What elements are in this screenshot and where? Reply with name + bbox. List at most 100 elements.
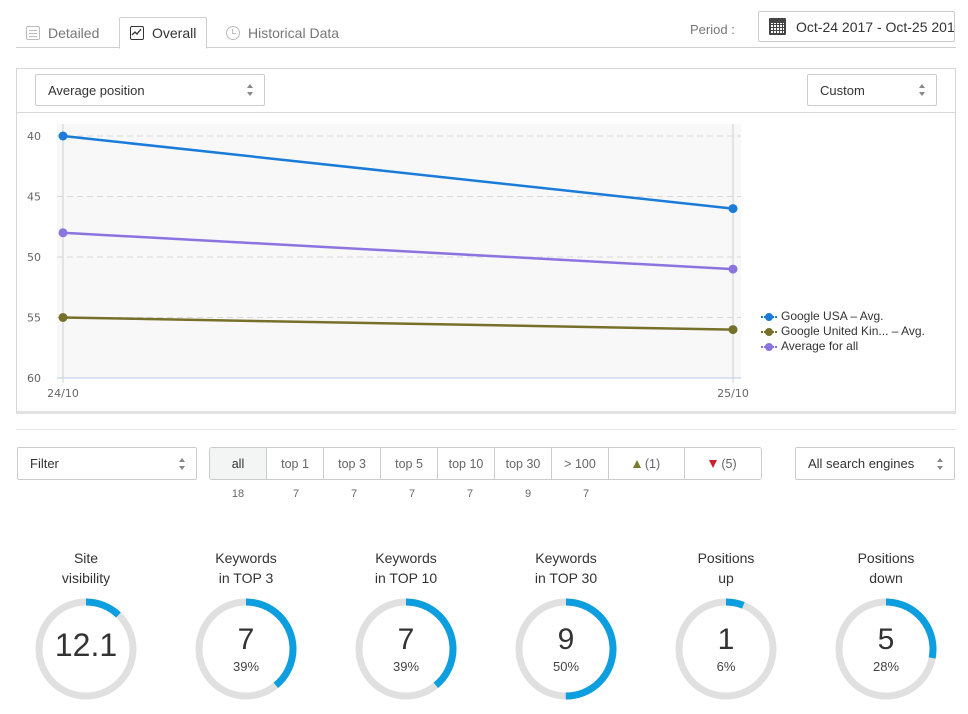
segment-top-1[interactable]: top 1: [267, 448, 324, 479]
summary-gauges: Site visibility 12.1 Keywords in TOP 3 7 39% Ke…: [0, 548, 968, 714]
segment-top-10[interactable]: top 10: [438, 448, 495, 479]
history-icon: [226, 25, 240, 40]
tab-label: Detailed: [48, 24, 100, 41]
gauge-ring: 7 39%: [354, 597, 458, 701]
filter-select-value: Filter: [30, 456, 59, 471]
divider: [16, 429, 956, 430]
gauge-value: 7: [397, 623, 415, 656]
segment-count: 9: [524, 488, 532, 500]
y-tick-label: 40: [27, 130, 41, 143]
gauge-title: Positions up: [697, 550, 755, 586]
y-tick-label: 55: [27, 312, 41, 325]
x-tick-label: 25/10: [717, 387, 749, 400]
legend-label: Average for all: [781, 339, 859, 353]
y-tick-label: 60: [27, 372, 41, 385]
gauge-value: 5: [877, 623, 895, 656]
tab-overall[interactable]: Overall: [119, 17, 208, 49]
arrow-down-icon: [709, 459, 718, 468]
segment-label: > 100: [564, 456, 596, 471]
gauge-site-visibility: Site visibility 12.1: [16, 548, 156, 701]
gauge-percent: 6%: [716, 659, 736, 674]
segment-count: [615, 488, 692, 500]
segment-label: top 1: [281, 456, 309, 471]
gauge-positions-up: Positions up 1 6%: [656, 548, 796, 701]
segment-arrow-down[interactable]: (5): [685, 448, 761, 479]
tab-label: Overall: [152, 25, 197, 41]
segment-label: top 3: [338, 456, 366, 471]
data-point[interactable]: [58, 228, 68, 238]
position-filter-segments: all top 1 top 3 top 5 top 10 top 30 > 100 (1) (5…: [209, 447, 762, 480]
data-point[interactable]: [58, 313, 68, 322]
data-point[interactable]: [728, 264, 738, 274]
gauge-ring: 5 28%: [834, 597, 938, 701]
legend-item[interactable]: Google USA – Avg.: [761, 309, 925, 324]
legend-marker-icon: [761, 312, 777, 322]
tab-historical-data[interactable]: Historical Data: [216, 17, 349, 48]
segment-count: 18: [231, 488, 245, 500]
gauge-ring: 1 6%: [674, 597, 778, 701]
segment-label: (1): [644, 456, 661, 471]
segment-top-3[interactable]: top 3: [324, 448, 381, 479]
tab-detailed[interactable]: Detailed: [16, 17, 109, 48]
segment-all[interactable]: all: [210, 448, 267, 479]
segment-label: top 5: [395, 456, 423, 471]
legend-marker-icon: [761, 342, 777, 352]
gauge-keywords-in-top-10: Keywords in TOP 10 7 39%: [336, 548, 476, 701]
search-engines-select[interactable]: All search engines: [795, 447, 955, 480]
gauge-percent: 39%: [232, 659, 260, 674]
segment-label: (5): [721, 456, 737, 471]
legend-label: Google United Kin... – Avg.: [781, 324, 925, 338]
segment-counts: 18 7 7 7 7 9 7: [209, 488, 768, 500]
search-engines-select-value: All search engines: [808, 456, 915, 471]
legend-item[interactable]: Google United Kin... – Avg.: [761, 324, 925, 339]
arrow-up-icon: [632, 459, 641, 468]
segment-top-30[interactable]: top 30: [495, 448, 552, 479]
line-chart: 40 45 50 55 60 24/10 25/10: [27, 124, 749, 400]
filter-select[interactable]: Filter: [17, 447, 197, 480]
gauge-ring: 12.1: [34, 597, 138, 701]
gauge-ring: 7 39%: [194, 597, 298, 701]
gauge-ring: 9 50%: [514, 597, 618, 701]
segment-label: top 10: [448, 456, 484, 471]
segment-count: 7: [582, 488, 590, 500]
legend-marker-icon: [761, 327, 777, 337]
chart-panel: Average position Custom 40 45 50 55 60 24/10 2…: [16, 68, 956, 414]
segment-100[interactable]: > 100: [552, 448, 609, 479]
gauge-percent: 50%: [552, 659, 580, 674]
segment-top-5[interactable]: top 5: [381, 448, 438, 479]
period-label: Period :: [690, 22, 735, 37]
y-tick-label: 45: [27, 191, 41, 204]
period-value: Oct-24 2017 - Oct-25 2017: [796, 18, 955, 35]
chart-icon: [130, 26, 144, 40]
x-tick-label: 24/10: [47, 387, 79, 400]
select-arrows-icon: [937, 457, 944, 470]
data-point[interactable]: [58, 131, 68, 141]
gauge-keywords-in-top-3: Keywords in TOP 3 7 39%: [176, 548, 316, 701]
segment-count: [692, 488, 768, 500]
select-arrows-icon: [179, 457, 186, 470]
segment-arrow-up[interactable]: (1): [609, 448, 685, 479]
calendar-icon: [769, 18, 786, 35]
period-picker[interactable]: Oct-24 2017 - Oct-25 2017: [758, 11, 955, 42]
data-point[interactable]: [728, 325, 738, 335]
gauge-title: Keywords in TOP 30: [534, 550, 598, 586]
list-icon: [26, 25, 40, 40]
gauge-value: 12.1: [54, 627, 118, 663]
gauge-value: 7: [237, 623, 255, 656]
gauge-keywords-in-top-30: Keywords in TOP 30 9 50%: [496, 548, 636, 701]
gauge-title: Site visibility: [61, 550, 111, 586]
segment-count: 7: [350, 488, 358, 500]
gauge-value: 9: [557, 623, 575, 656]
gauge-percent: 28%: [872, 659, 900, 674]
segment-count: 7: [292, 488, 300, 500]
legend-label: Google USA – Avg.: [781, 309, 884, 323]
gauge-title: Keywords in TOP 3: [215, 550, 277, 586]
data-point[interactable]: [728, 204, 738, 214]
y-tick-label: 50: [27, 251, 41, 264]
gauge-title: Keywords in TOP 10: [374, 550, 438, 586]
legend-item[interactable]: Average for all: [761, 339, 925, 354]
segment-label: top 30: [505, 456, 541, 471]
chart-legend: Google USA – Avg. Google United Kin... – …: [761, 309, 925, 354]
segment-label: all: [231, 456, 245, 471]
gauge-title: Positions down: [857, 550, 915, 586]
